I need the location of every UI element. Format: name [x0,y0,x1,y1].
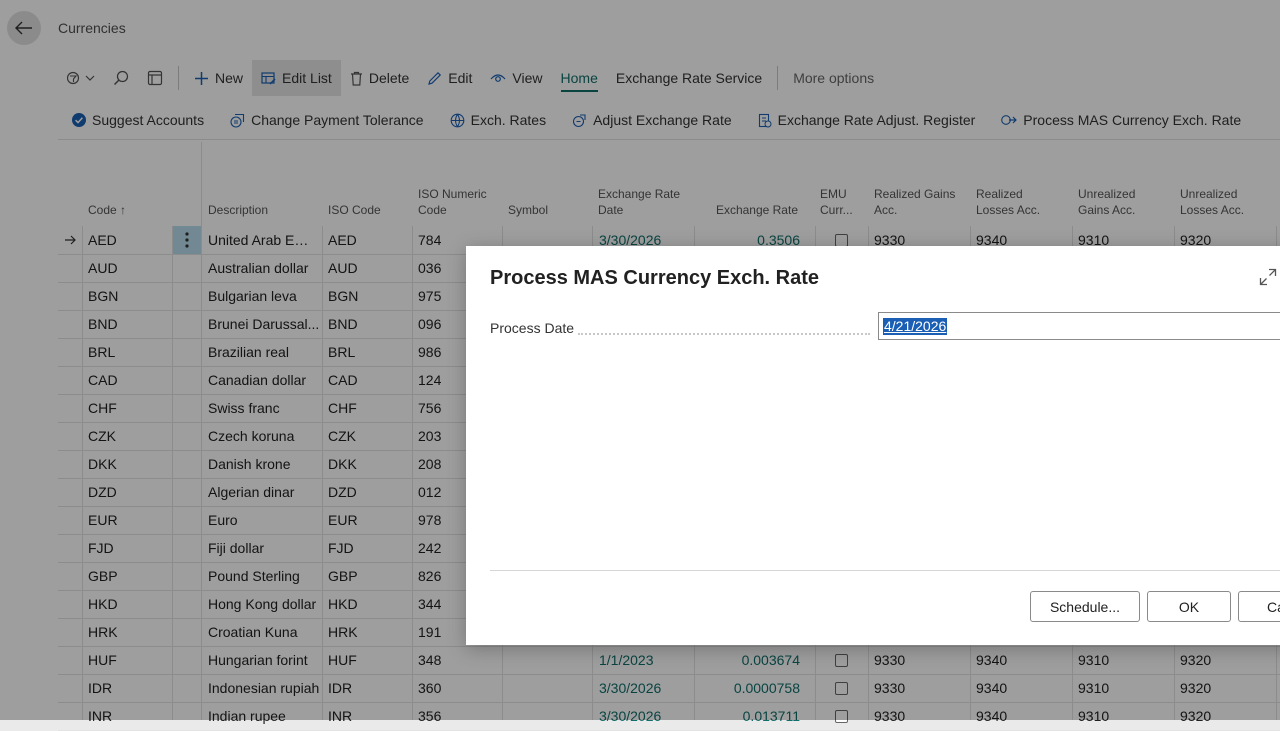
process-mas-dialog: Process MAS Currency Exch. Rate Process … [466,246,1280,645]
dialog-divider [490,570,1280,571]
expand-icon[interactable] [1259,268,1277,286]
process-date-label: Process Date [490,320,575,336]
process-date-value: 4/21/2026 [883,318,948,335]
process-date-input[interactable]: 4/21/2026 [878,312,1280,340]
schedule-button[interactable]: Schedule... [1030,591,1140,622]
ok-button[interactable]: OK [1147,591,1231,622]
dialog-title: Process MAS Currency Exch. Rate [490,267,820,289]
field-leader-dots [578,333,870,335]
cancel-button[interactable]: Can [1238,591,1280,622]
